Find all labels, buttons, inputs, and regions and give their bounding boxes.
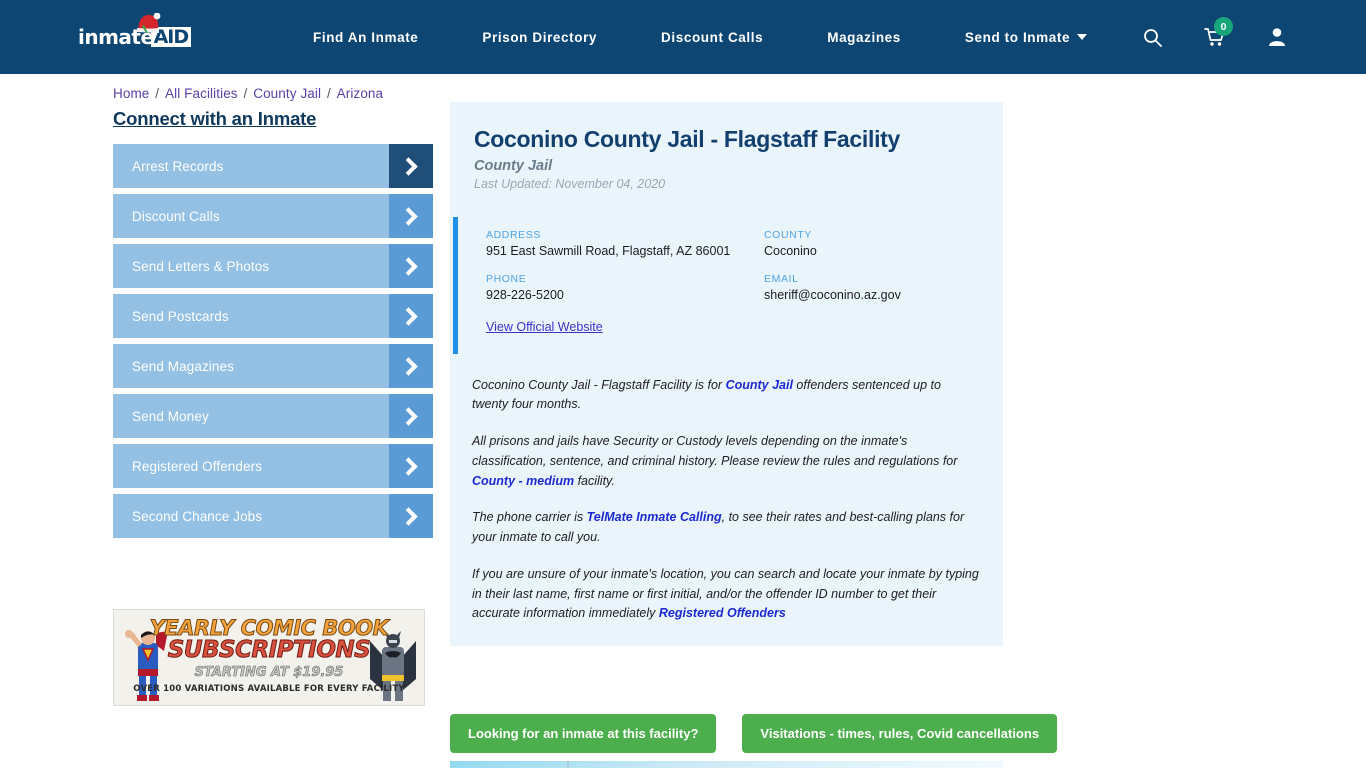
- nav-label: Send to Inmate: [964, 29, 1071, 45]
- link-county-jail[interactable]: County Jail: [726, 378, 793, 392]
- sidebar-item-second-chance-jobs[interactable]: Second Chance Jobs: [113, 494, 433, 538]
- chevron-right-icon: [389, 294, 433, 338]
- info-field-email: EMAIL sheriff@coconino.az.gov: [764, 273, 979, 303]
- sidebar-item-label: Discount Calls: [132, 208, 220, 224]
- info-field-phone: PHONE 928-226-5200: [486, 273, 764, 303]
- sidebar-item-label: Send Postcards: [132, 308, 229, 324]
- nav-item-prison-directory[interactable]: Prison Directory: [450, 30, 629, 45]
- sidebar-item-arrest-records[interactable]: Arrest Records: [113, 144, 433, 188]
- breadcrumb: Home / All Facilities / County Jail / Ar…: [113, 86, 383, 101]
- sidebar-item-label: Send Magazines: [132, 358, 234, 374]
- sidebar-item-label: Send Money: [132, 408, 209, 424]
- description-paragraph-2: All prisons and jails have Security or C…: [472, 432, 979, 491]
- facility-detail-panel: Coconino County Jail - Flagstaff Facilit…: [450, 102, 1003, 646]
- link-telmate-inmate-calling[interactable]: TelMate Inmate Calling: [587, 510, 722, 524]
- info-label-address: ADDRESS: [486, 229, 541, 241]
- chevron-right-icon: [389, 394, 433, 438]
- sidebar-item-send-postcards[interactable]: Send Postcards: [113, 294, 433, 338]
- info-value-address: 951 East Sawmill Road, Flagstaff, AZ 860…: [486, 244, 731, 258]
- sidebar-title: Connect with an Inmate: [113, 108, 317, 129]
- info-field-address: ADDRESS 951 East Sawmill Road, Flagstaff…: [486, 229, 764, 259]
- chevron-right-icon: [389, 444, 433, 488]
- nav-item-find-an-inmate[interactable]: Find An Inmate: [281, 30, 450, 45]
- info-value-county: Coconino: [764, 244, 817, 258]
- sidebar-item-send-letters-photos[interactable]: Send Letters & Photos: [113, 244, 433, 288]
- nav-item-discount-calls[interactable]: Discount Calls: [629, 30, 795, 45]
- photo-sky: [450, 761, 1003, 768]
- nav-label: Discount Calls: [661, 29, 764, 45]
- chevron-right-icon: [389, 494, 433, 538]
- p1-text-a: Coconino County Jail - Flagstaff Facilit…: [472, 377, 726, 392]
- visitations-button[interactable]: Visitations - times, rules, Covid cancel…: [742, 714, 1058, 753]
- breadcrumb-item-home[interactable]: Home: [113, 86, 149, 101]
- chevron-right-icon: [389, 144, 433, 188]
- ad-line-2: SUBSCRIPTIONS: [167, 637, 371, 664]
- chevron-right-icon: [389, 194, 433, 238]
- facility-description: Coconino County Jail - Flagstaff Facilit…: [472, 376, 979, 625]
- info-label-email: EMAIL: [764, 273, 799, 286]
- p2-text-a: All prisons and jails have Security or C…: [472, 434, 958, 468]
- breadcrumb-separator: /: [151, 86, 163, 101]
- nav-label: Magazines: [827, 29, 901, 45]
- comic-book-subscription-ad[interactable]: YEARLY COMIC BOOK SUBSCRIPTIONS STARTING…: [113, 609, 425, 706]
- sidebar-item-label: Registered Offenders: [132, 458, 263, 474]
- p2-text-b: facility.: [574, 473, 615, 488]
- facility-info-block: ADDRESS 951 East Sawmill Road, Flagstaff…: [453, 217, 1003, 354]
- description-paragraph-4: If you are unsure of your inmate's locat…: [472, 565, 979, 624]
- cart-count-badge: 0: [1214, 17, 1233, 36]
- info-field-county: COUNTY Coconino: [764, 229, 979, 259]
- ad-line-3: STARTING AT $19.95: [194, 665, 344, 681]
- chevron-down-icon: [1077, 34, 1088, 40]
- facility-photo: [450, 761, 1003, 768]
- page-title: Coconino County Jail - Flagstaff Facilit…: [474, 126, 901, 152]
- chevron-right-icon: [389, 344, 433, 388]
- sidebar-item-label: Second Chance Jobs: [132, 508, 263, 524]
- info-label-county: COUNTY: [764, 229, 812, 241]
- breadcrumb-item-county-jail[interactable]: County Jail: [253, 86, 321, 101]
- main-navigation: Find An Inmate Prison Directory Discount…: [281, 30, 1119, 45]
- search-icon[interactable]: [1143, 28, 1162, 47]
- nav-item-send-to-inmate[interactable]: Send to Inmate: [933, 30, 1119, 45]
- link-county-medium[interactable]: County - medium: [472, 474, 574, 488]
- facility-type: County Jail: [474, 158, 553, 174]
- nav-label: Find An Inmate: [313, 29, 419, 45]
- info-value-email: sheriff@coconino.az.gov: [764, 288, 901, 303]
- breadcrumb-item-arizona[interactable]: Arizona: [337, 86, 383, 101]
- sidebar-item-send-magazines[interactable]: Send Magazines: [113, 344, 433, 388]
- cta-button-row: Looking for an inmate at this facility? …: [450, 714, 1058, 753]
- p3-text-a: The phone carrier is: [472, 510, 587, 525]
- description-paragraph-3: The phone carrier is TelMate Inmate Call…: [472, 508, 979, 548]
- ad-line-4: OVER 100 VARIATIONS AVAILABLE FOR EVERY …: [133, 684, 405, 694]
- chevron-right-icon: [389, 244, 433, 288]
- view-official-website-link[interactable]: View Official Website: [486, 320, 603, 334]
- sidebar: Connect with an Inmate Arrest Records Di…: [113, 108, 433, 544]
- last-updated-text: Last Updated: November 04, 2020: [474, 177, 666, 191]
- sidebar-item-registered-offenders[interactable]: Registered Offenders: [113, 444, 433, 488]
- sidebar-item-discount-calls[interactable]: Discount Calls: [113, 194, 433, 238]
- looking-for-inmate-button[interactable]: Looking for an inmate at this facility?: [450, 714, 717, 753]
- user-account-icon[interactable]: [1268, 27, 1286, 47]
- breadcrumb-item-all-facilities[interactable]: All Facilities: [165, 86, 238, 101]
- sidebar-item-send-money[interactable]: Send Money: [113, 394, 433, 438]
- photo-utility-pole: [567, 761, 569, 768]
- shopping-cart-icon[interactable]: 0: [1204, 17, 1233, 47]
- santa-hat-icon: [137, 13, 161, 33]
- nav-label: Prison Directory: [482, 29, 598, 45]
- description-paragraph-1: Coconino County Jail - Flagstaff Facilit…: [472, 376, 979, 416]
- brand-logo[interactable]: inmate AID: [78, 13, 193, 54]
- info-label-phone: PHONE: [486, 273, 527, 286]
- sidebar-item-label: Arrest Records: [132, 158, 224, 174]
- breadcrumb-separator: /: [323, 86, 335, 101]
- nav-item-magazines[interactable]: Magazines: [795, 30, 933, 45]
- link-registered-offenders[interactable]: Registered Offenders: [659, 606, 786, 620]
- header-icon-group: 0: [1143, 0, 1366, 74]
- info-value-phone: 928-226-5200: [486, 288, 564, 303]
- site-header: inmate AID Find An Inmate Prison Directo…: [0, 0, 1366, 74]
- breadcrumb-separator: /: [239, 86, 252, 101]
- sidebar-item-label: Send Letters & Photos: [132, 258, 270, 274]
